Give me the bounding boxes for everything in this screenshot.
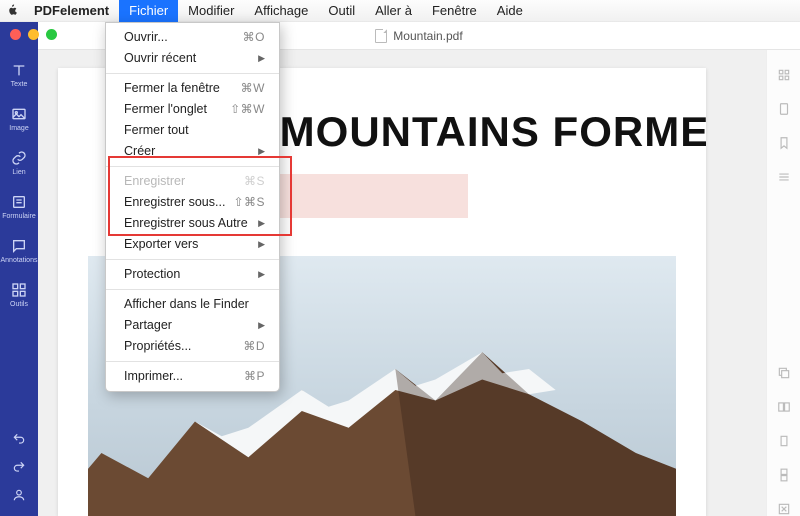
sidebar-item-image[interactable]: Image — [9, 106, 28, 132]
submenu-arrow-icon: ▶ — [258, 266, 265, 283]
menu-affichage[interactable]: Affichage — [244, 0, 318, 22]
menu-item[interactable]: Enregistrer sous Autre ▶ — [106, 213, 279, 234]
menu-item-label: Enregistrer sous Autre — [124, 215, 248, 232]
sidebar-item-texte[interactable]: Texte — [11, 62, 28, 88]
sidebar-item-formulaire[interactable]: Formulaire — [2, 194, 35, 220]
menu-item-label: Enregistrer sous... — [124, 194, 225, 211]
sidebar-item-outils[interactable]: Outils — [10, 282, 28, 308]
text-icon — [11, 62, 27, 78]
menu-modifier[interactable]: Modifier — [178, 0, 244, 22]
menu-item-label: Imprimer... — [124, 368, 183, 385]
menu-fenetre[interactable]: Fenêtre — [422, 0, 487, 22]
menu-shortcut: ⌘O — [243, 29, 265, 46]
menu-item[interactable]: Imprimer... ⌘P — [106, 366, 279, 387]
form-icon — [11, 194, 27, 210]
menu-item[interactable]: Afficher dans le Finder — [106, 294, 279, 315]
close-window-button[interactable] — [10, 29, 21, 40]
menu-item[interactable]: Enregistrer sous... ⇧⌘S — [106, 192, 279, 213]
menu-fichier[interactable]: Fichier — [119, 0, 178, 22]
menu-item-label: Fermer la fenêtre — [124, 80, 220, 97]
traffic-lights — [10, 29, 57, 40]
submenu-arrow-icon: ▶ — [258, 236, 265, 253]
menu-item-label: Enregistrer — [124, 173, 185, 190]
split-icon[interactable] — [777, 400, 791, 414]
sidebar-item-label: Outils — [10, 301, 28, 308]
user-icon[interactable] — [12, 488, 26, 502]
submenu-arrow-icon: ▶ — [258, 143, 265, 160]
submenu-arrow-icon: ▶ — [258, 317, 265, 334]
menu-item[interactable]: Partager ▶ — [106, 315, 279, 336]
sidebar-item-lien[interactable]: Lien — [11, 150, 27, 176]
tool-sidebar: Texte Image Lien Formulaire Annotations … — [0, 22, 38, 516]
single-page-icon[interactable] — [777, 434, 791, 448]
sidebar-item-label: Formulaire — [2, 213, 35, 220]
menu-item[interactable]: Protection ▶ — [106, 264, 279, 285]
menu-item[interactable]: Fermer la fenêtre ⌘W — [106, 78, 279, 99]
menu-shortcut: ⌘D — [243, 338, 265, 355]
menu-item[interactable]: Ouvrir récent ▶ — [106, 48, 279, 69]
document-icon — [375, 29, 387, 43]
menu-item[interactable]: Ouvrir... ⌘O — [106, 27, 279, 48]
maximize-window-button[interactable] — [46, 29, 57, 40]
menu-item[interactable]: Fermer l'onglet ⇧⌘W — [106, 99, 279, 120]
sidebar-item-label: Annotations — [1, 257, 38, 264]
menu-item-label: Protection — [124, 266, 180, 283]
sidebar-item-annotations[interactable]: Annotations — [1, 238, 38, 264]
menu-item-label: Ouvrir... — [124, 29, 168, 46]
menu-item[interactable]: Créer ▶ — [106, 141, 279, 162]
menu-shortcut: ⌘S — [244, 173, 265, 190]
menu-item-label: Créer — [124, 143, 155, 160]
page-thumbnail-icon[interactable] — [777, 102, 791, 116]
copy-icon[interactable] — [777, 366, 791, 380]
submenu-arrow-icon: ▶ — [258, 50, 265, 67]
minimize-window-button[interactable] — [28, 29, 39, 40]
list-icon[interactable] — [777, 170, 791, 184]
undo-icon[interactable] — [12, 432, 26, 446]
menu-item-label: Partager — [124, 317, 172, 334]
menu-shortcut: ⇧⌘S — [233, 194, 265, 211]
menu-item-label: Afficher dans le Finder — [124, 296, 249, 313]
bookmark-icon[interactable] — [777, 136, 791, 150]
apple-menu[interactable] — [0, 4, 24, 17]
app-name-menu[interactable]: PDFelement — [24, 0, 119, 22]
sidebar-item-label: Image — [9, 125, 28, 132]
menu-outil[interactable]: Outil — [318, 0, 365, 22]
menu-item-label: Fermer l'onglet — [124, 101, 207, 118]
link-icon — [11, 150, 27, 166]
sidebar-item-label: Texte — [11, 81, 28, 88]
menu-item[interactable]: Propriétés... ⌘D — [106, 336, 279, 357]
macos-menubar: PDFelement Fichier Modifier Affichage Ou… — [0, 0, 800, 22]
submenu-arrow-icon: ▶ — [258, 215, 265, 232]
document-filename: Mountain.pdf — [393, 29, 462, 43]
image-icon — [11, 106, 27, 122]
menu-item[interactable]: Fermer tout — [106, 120, 279, 141]
menu-item-label: Fermer tout — [124, 122, 189, 139]
annotation-icon — [11, 238, 27, 254]
menu-aide[interactable]: Aide — [487, 0, 533, 22]
menu-shortcut: ⌘W — [241, 80, 265, 97]
continuous-icon[interactable] — [777, 468, 791, 482]
menu-item-label: Ouvrir récent — [124, 50, 196, 67]
sidebar-item-label: Lien — [12, 169, 25, 176]
grid-view-icon[interactable] — [777, 68, 791, 82]
document-headline: E MOUNTAINS FORMED? — [238, 108, 676, 156]
menu-shortcut: ⌘P — [244, 368, 265, 385]
right-sidebar — [766, 50, 800, 516]
menu-item[interactable]: Exporter vers ▶ — [106, 234, 279, 255]
redo-icon[interactable] — [12, 460, 26, 474]
menu-item-label: Propriétés... — [124, 338, 191, 355]
menu-item-label: Exporter vers — [124, 236, 198, 253]
fichier-dropdown: Ouvrir... ⌘O Ouvrir récent ▶ Fermer la fenêt… — [105, 22, 280, 392]
menu-aller-a[interactable]: Aller à — [365, 0, 422, 22]
menu-shortcut: ⇧⌘W — [230, 101, 265, 118]
menu-item: Enregistrer ⌘S — [106, 171, 279, 192]
fit-page-icon[interactable] — [777, 502, 791, 516]
tools-icon — [11, 282, 27, 298]
